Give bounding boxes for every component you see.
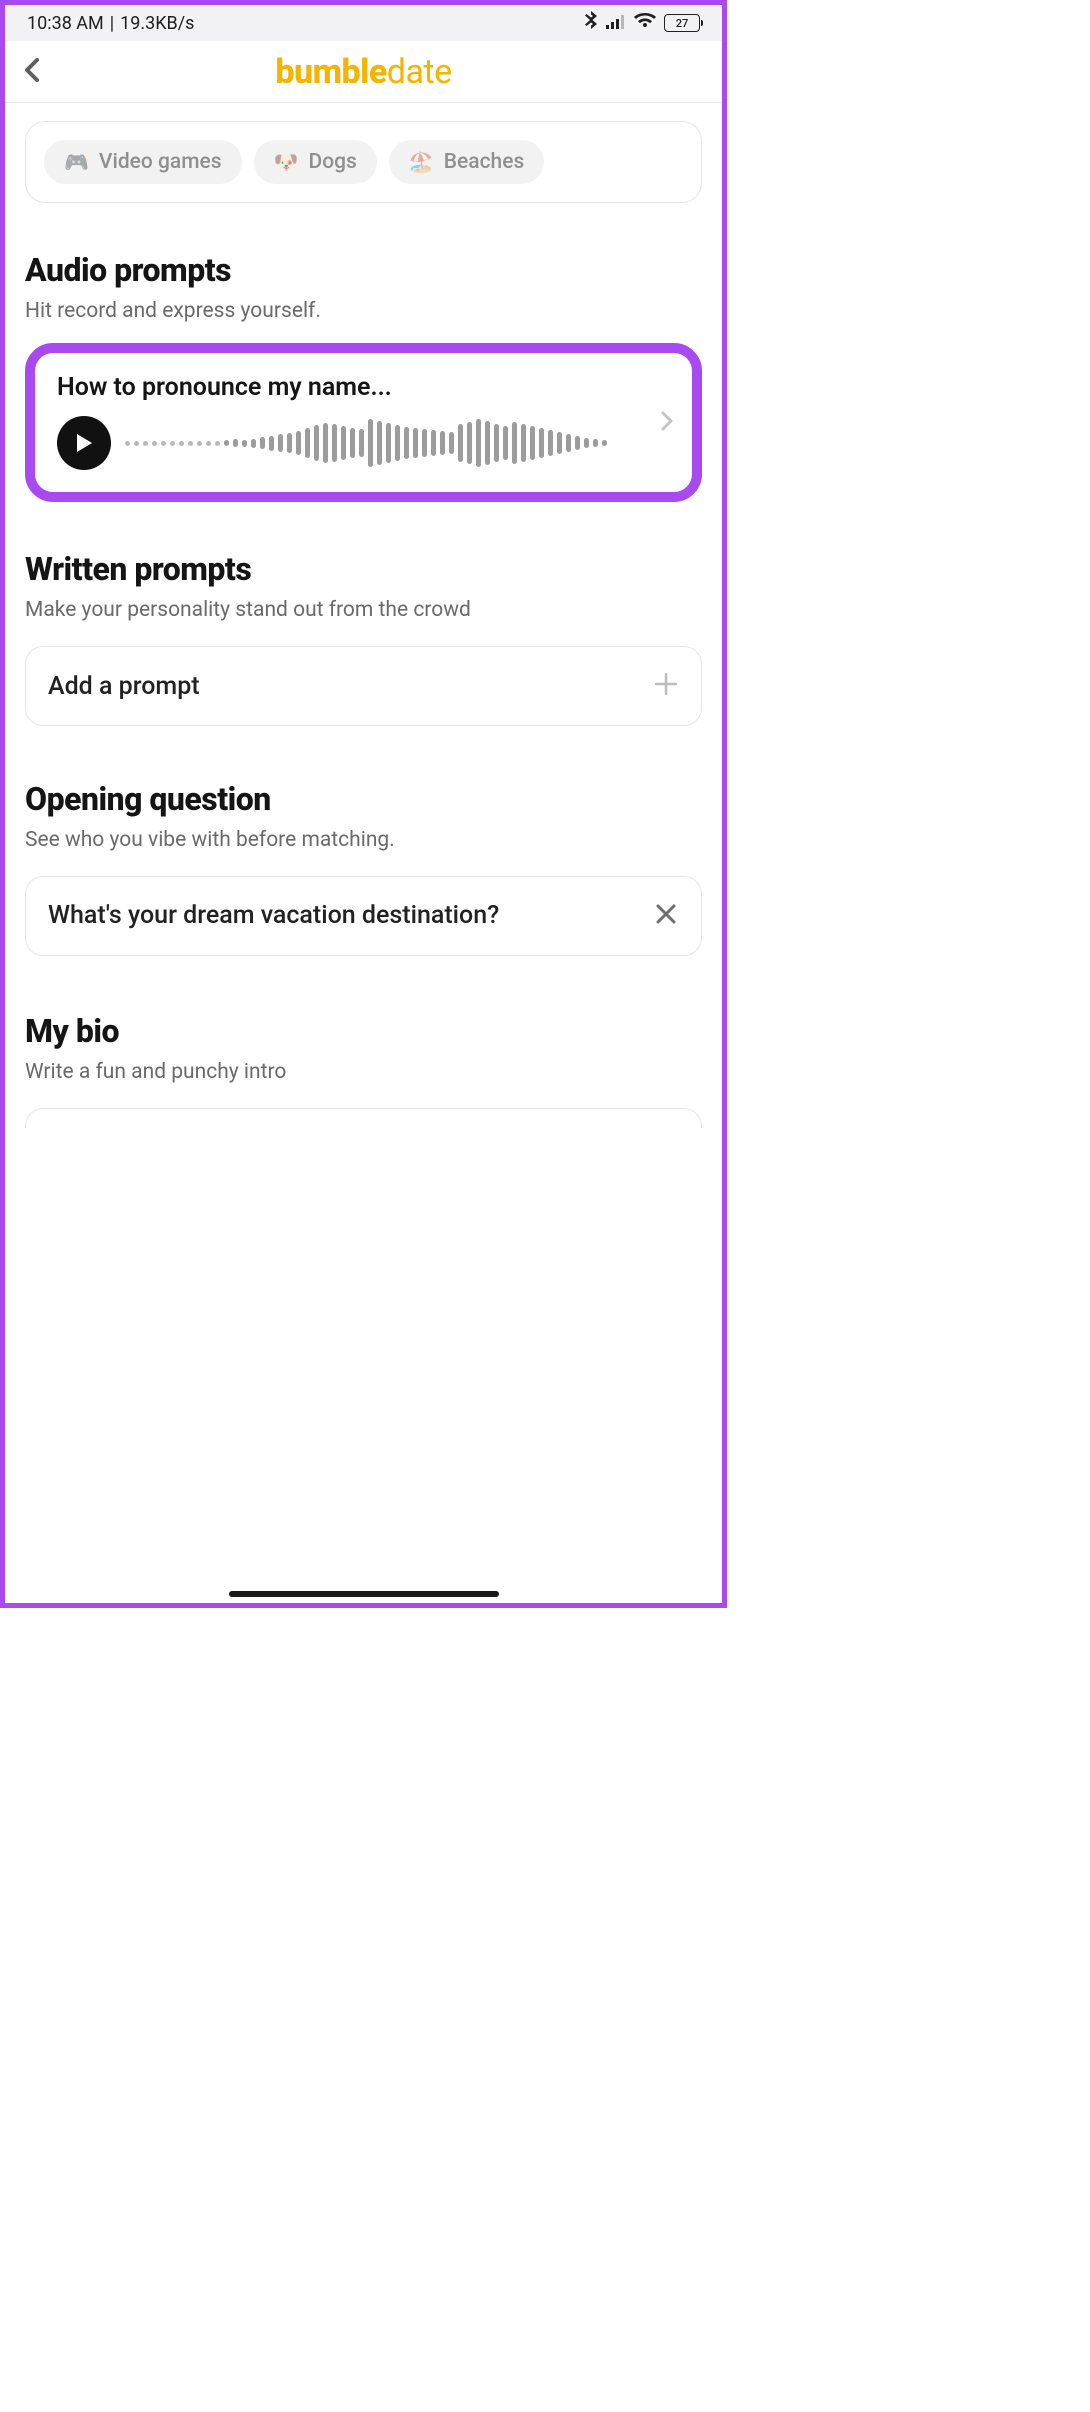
- dog-icon: 🐶: [274, 150, 299, 174]
- home-indicator[interactable]: [229, 1591, 499, 1597]
- add-prompt-label: Add a prompt: [48, 672, 200, 701]
- written-prompts-section: Written prompts Make your personality st…: [25, 550, 702, 726]
- chip-label: Dogs: [309, 150, 357, 174]
- opening-question-section: Opening question See who you vibe with b…: [25, 780, 702, 956]
- play-icon: [74, 432, 94, 454]
- brand-sub: date: [387, 52, 452, 92]
- status-rate: 19.3KB/s: [120, 13, 194, 34]
- status-time: 10:38 AM: [27, 13, 104, 34]
- battery-pct: 27: [676, 17, 689, 30]
- interest-chip[interactable]: 🐶 Dogs: [254, 140, 377, 184]
- interest-chip[interactable]: 🎮 Video games: [44, 140, 242, 184]
- signal-icon: [606, 13, 626, 34]
- my-bio-subtitle: Write a fun and punchy intro: [25, 1060, 702, 1084]
- chip-label: Beaches: [444, 150, 525, 174]
- opening-question-title: Opening question: [25, 780, 702, 818]
- plus-icon: [653, 671, 679, 701]
- bio-card[interactable]: [25, 1108, 702, 1128]
- audio-prompts-subtitle: Hit record and express yourself.: [25, 299, 702, 323]
- audio-waveform: [125, 419, 670, 467]
- written-prompts-title: Written prompts: [25, 550, 702, 588]
- interest-chip[interactable]: 🏖️ Beaches: [389, 140, 544, 184]
- app-header: bumbledate: [5, 41, 722, 103]
- gamepad-icon: 🎮: [64, 150, 89, 174]
- opening-question-text: What's your dream vacation destination?: [48, 899, 633, 933]
- status-right: 27: [584, 11, 700, 36]
- chevron-right-icon: [660, 410, 674, 436]
- beach-icon: 🏖️: [409, 150, 434, 174]
- wifi-icon: [634, 13, 656, 34]
- audio-prompt-title: How to pronounce my name...: [57, 373, 670, 402]
- status-left: 10:38 AM | 19.3KB/s: [27, 13, 194, 34]
- interests-card[interactable]: 🎮 Video games 🐶 Dogs 🏖️ Beaches: [25, 121, 702, 203]
- opening-question-card[interactable]: What's your dream vacation destination?: [25, 876, 702, 956]
- audio-prompts-section: Audio prompts Hit record and express you…: [25, 251, 702, 502]
- status-sep: |: [110, 13, 114, 34]
- brand-main: bumble: [275, 52, 386, 92]
- close-icon[interactable]: [653, 901, 679, 931]
- battery-icon: 27: [664, 14, 700, 32]
- bluetooth-icon: [584, 11, 598, 36]
- audio-prompt-card[interactable]: How to pronounce my name...: [25, 343, 702, 502]
- my-bio-title: My bio: [25, 1012, 702, 1050]
- chip-label: Video games: [99, 150, 222, 174]
- back-button[interactable]: [23, 56, 43, 88]
- status-bar: 10:38 AM | 19.3KB/s 27: [5, 5, 722, 41]
- brand-logo: bumbledate: [275, 52, 451, 92]
- audio-prompts-title: Audio prompts: [25, 251, 702, 289]
- play-button[interactable]: [57, 416, 111, 470]
- written-prompts-subtitle: Make your personality stand out from the…: [25, 598, 702, 622]
- opening-question-subtitle: See who you vibe with before matching.: [25, 828, 702, 852]
- add-prompt-button[interactable]: Add a prompt: [25, 646, 702, 726]
- my-bio-section: My bio Write a fun and punchy intro: [25, 1012, 702, 1128]
